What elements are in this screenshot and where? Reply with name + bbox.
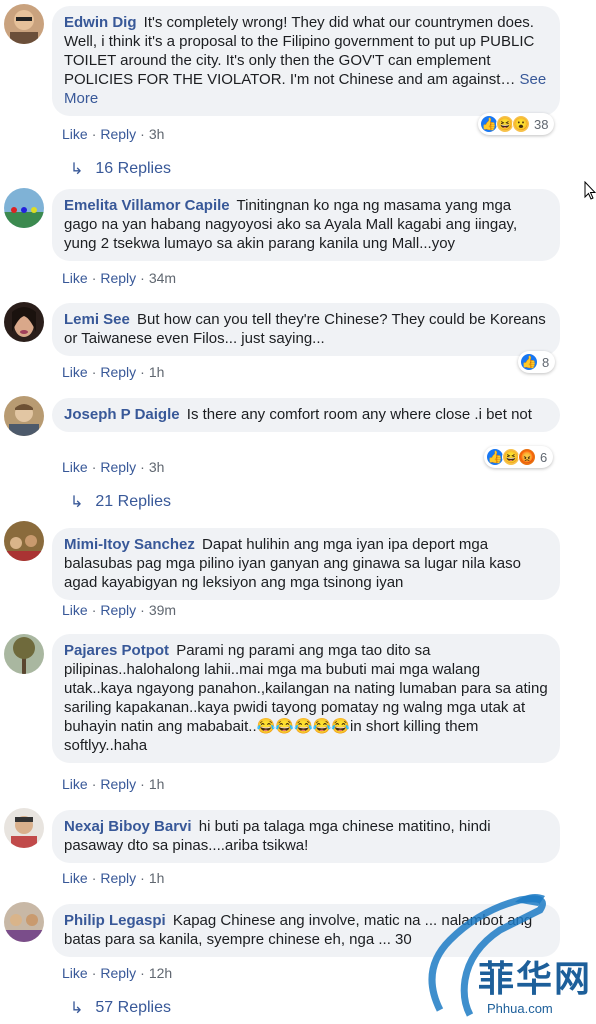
comment-actions: Like · Reply · 34m [62, 270, 177, 286]
reply-link[interactable]: Reply [100, 270, 136, 286]
reaction-count: 8 [542, 354, 550, 370]
comment-time[interactable]: 1h [149, 364, 165, 380]
comment-bubble: Lemi See But how can you tell they're Ch… [52, 303, 560, 356]
like-link[interactable]: Like [62, 870, 88, 886]
reply-arrow-icon: ↳ [70, 494, 84, 511]
reply-link[interactable]: Reply [100, 459, 136, 475]
avatar[interactable] [4, 4, 44, 44]
like-link[interactable]: Like [62, 126, 88, 142]
watermark-text: 菲华网 [478, 958, 593, 1000]
comment-author[interactable]: Nexaj Biboy Barvi [64, 818, 192, 835]
comment-author[interactable]: Joseph P Daigle [64, 406, 180, 423]
comment-time[interactable]: 1h [149, 870, 165, 886]
comment-time[interactable]: 3h [149, 126, 165, 142]
comment-time[interactable]: 1h [149, 776, 165, 792]
reply-link[interactable]: Reply [100, 965, 136, 981]
like-link[interactable]: Like [62, 602, 88, 618]
comment-author[interactable]: Emelita Villamor Capile [64, 197, 230, 214]
reply-link[interactable]: Reply [100, 602, 136, 618]
angry-reaction-icon: 😡 [518, 448, 536, 466]
reaction-summary[interactable]: 👍 8 [518, 351, 556, 373]
comment-author[interactable]: Philip Legaspi [64, 912, 166, 929]
comment-author[interactable]: Lemi See [64, 311, 130, 328]
replies-count: 57 Replies [95, 999, 172, 1016]
avatar[interactable] [4, 902, 44, 942]
reply-arrow-icon: ↳ [70, 161, 84, 178]
comment-bubble: Mimi-Itoy Sanchez Dapat hulihin ang mga … [52, 528, 560, 600]
comment-bubble: Nexaj Biboy Barvi hi buti pa talaga mga … [52, 810, 560, 863]
comment-author[interactable]: Edwin Dig [64, 14, 137, 31]
mouse-cursor-icon [584, 180, 596, 206]
comment-actions: Like · Reply · 1h [62, 776, 165, 792]
comment-actions: Like · Reply · 3h [62, 126, 165, 142]
replies-count: 21 Replies [95, 493, 172, 510]
comment-actions: Like · Reply · 39m [62, 602, 177, 618]
reaction-summary[interactable]: 👍 😆 😮 38 [478, 113, 555, 135]
like-reaction-icon: 👍 [520, 353, 538, 371]
reply-link[interactable]: Reply [100, 776, 136, 792]
like-link[interactable]: Like [62, 270, 88, 286]
replies-count: 16 Replies [95, 160, 172, 177]
comment-actions: Like · Reply · 1h [62, 364, 165, 380]
comment-bubble: Emelita Villamor Capile Tinitingnan ko n… [52, 189, 560, 261]
reaction-count: 38 [534, 116, 549, 132]
comment-actions: Like · Reply · 12h [62, 965, 173, 981]
comment-bubble: Edwin Dig It's completely wrong! They di… [52, 6, 560, 116]
comment-author[interactable]: Mimi-Itoy Sanchez [64, 536, 195, 553]
comment-bubble: Joseph P Daigle Is there any comfort roo… [52, 398, 560, 432]
reply-link[interactable]: Reply [100, 870, 136, 886]
comment-text: But how can you tell they're Chinese? Th… [64, 311, 546, 347]
comment-actions: Like · Reply · 1h [62, 870, 165, 886]
comment-author[interactable]: Pajares Potpot [64, 642, 169, 659]
avatar[interactable] [4, 521, 44, 561]
comment-time[interactable]: 39m [149, 602, 176, 618]
comment-bubble: Pajares Potpot Parami ng parami ang mga … [52, 634, 560, 763]
like-link[interactable]: Like [62, 965, 88, 981]
like-link[interactable]: Like [62, 364, 88, 380]
view-replies-link[interactable]: ↳ 21 Replies [70, 492, 171, 512]
wow-reaction-icon: 😮 [512, 115, 530, 133]
avatar[interactable] [4, 634, 44, 674]
view-replies-link[interactable]: ↳ 57 Replies [70, 998, 171, 1018]
avatar[interactable] [4, 396, 44, 436]
comment-time[interactable]: 34m [149, 270, 176, 286]
like-link[interactable]: Like [62, 776, 88, 792]
like-link[interactable]: Like [62, 459, 88, 475]
comment-time[interactable]: 3h [149, 459, 165, 475]
reply-link[interactable]: Reply [100, 364, 136, 380]
view-replies-link[interactable]: ↳ 16 Replies [70, 159, 171, 179]
comment-time[interactable]: 12h [149, 965, 172, 981]
watermark-url: Phhua.com [487, 1001, 553, 1016]
comment-actions: Like · Reply · 3h [62, 459, 165, 475]
comment-text: Is there any comfort room any where clos… [186, 406, 532, 423]
avatar[interactable] [4, 188, 44, 228]
avatar[interactable] [4, 302, 44, 342]
reply-link[interactable]: Reply [100, 126, 136, 142]
avatar[interactable] [4, 808, 44, 848]
reply-arrow-icon: ↳ [70, 1000, 84, 1017]
reaction-summary[interactable]: 👍 😆 😡 6 [484, 446, 554, 468]
reaction-count: 6 [540, 449, 548, 465]
